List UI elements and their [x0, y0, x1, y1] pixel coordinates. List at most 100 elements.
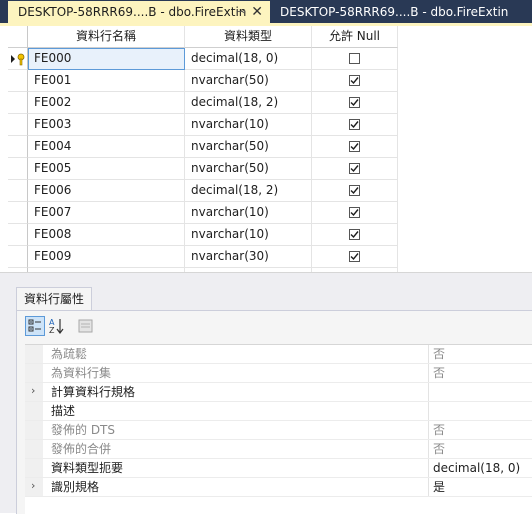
property-row[interactable]: 為資料行集否 [25, 364, 532, 383]
expand-chevron-icon[interactable]: › [31, 384, 35, 397]
property-value[interactable]: decimal(18, 0) [430, 459, 520, 477]
column-name-cell[interactable]: FE008 [28, 224, 185, 246]
row-selector[interactable] [8, 180, 28, 202]
alphabetical-button[interactable]: A Z [47, 316, 67, 336]
property-gutter: › [25, 478, 43, 496]
allow-null-cell [312, 136, 398, 158]
property-row[interactable]: 資料類型扼要 decimal(18, 0) [25, 459, 532, 478]
property-value[interactable] [430, 402, 433, 420]
checkmark-icon [350, 77, 359, 85]
checkmark-icon [350, 165, 359, 173]
expand-chevron-icon[interactable]: › [31, 479, 35, 492]
data-type-cell[interactable]: nvarchar(10) [185, 202, 312, 224]
table-row: FE009 nvarchar(30) [8, 246, 532, 268]
allow-null-checkbox[interactable] [349, 163, 360, 174]
property-name: 資料類型扼要 [43, 459, 429, 477]
grid-header-row: 資料行名稱 資料類型 允許 Null [8, 26, 532, 48]
data-type-cell[interactable]: decimal(18, 2) [185, 92, 312, 114]
allow-null-cell [312, 70, 398, 92]
column-header-type[interactable]: 資料類型 [185, 26, 312, 48]
property-pages-button[interactable] [75, 316, 95, 336]
allow-null-checkbox[interactable] [349, 141, 360, 152]
allow-null-cell [312, 180, 398, 202]
data-type-cell[interactable]: decimal(18, 2) [185, 180, 312, 202]
property-row[interactable]: 發佈的 DTS 否 [25, 421, 532, 440]
allow-null-checkbox[interactable] [349, 229, 360, 240]
property-name: 計算資料行規格 [43, 383, 429, 401]
allow-null-checkbox[interactable] [349, 119, 360, 130]
property-grid: 為疏鬆否為資料行集否 › 計算資料行規格 描述 發佈的 DTS 否發佈的合併否資料類型扼要… [25, 344, 532, 515]
property-row[interactable]: 描述 [25, 402, 532, 421]
column-name-cell[interactable]: FE005 [28, 158, 185, 180]
table-row: FE000 decimal(18, 0) [8, 48, 532, 70]
property-gutter [25, 345, 43, 363]
row-selector[interactable] [8, 48, 28, 70]
property-value[interactable]: 否 [430, 421, 445, 439]
allow-null-checkbox[interactable] [349, 185, 360, 196]
svg-text:Z: Z [49, 326, 55, 335]
table-row: FE003 nvarchar(10) [8, 114, 532, 136]
column-name-cell[interactable]: FE000 [28, 48, 185, 70]
tab-fireextin-active[interactable]: DESKTOP-58RRR69....B - dbo.FireExtin ⊸ ✕ [8, 1, 270, 23]
property-value[interactable]: 否 [430, 345, 445, 363]
column-name-cell[interactable]: FE009 [28, 246, 185, 268]
checkmark-icon [350, 121, 359, 129]
property-value[interactable]: 否 [430, 364, 445, 382]
row-selector[interactable] [8, 246, 28, 268]
property-value[interactable]: 否 [430, 440, 445, 458]
allow-null-checkbox[interactable] [349, 251, 360, 262]
allow-null-cell [312, 92, 398, 114]
data-type-cell[interactable]: nvarchar(50) [185, 158, 312, 180]
property-name: 發佈的 DTS [43, 421, 429, 439]
row-selector[interactable] [8, 224, 28, 246]
table-row: FE008 nvarchar(10) [8, 224, 532, 246]
tab-fireextin-inactive[interactable]: DESKTOP-58RRR69....B - dbo.FireExtin [270, 1, 532, 23]
data-type-cell[interactable]: nvarchar(50) [185, 70, 312, 92]
data-type-cell[interactable]: nvarchar(50) [185, 136, 312, 158]
row-selector[interactable] [8, 202, 28, 224]
property-name: 發佈的合併 [43, 440, 429, 458]
property-row[interactable]: 為疏鬆否 [25, 345, 532, 364]
property-value[interactable]: 是 [430, 478, 445, 496]
allow-null-checkbox[interactable] [349, 207, 360, 218]
property-value[interactable] [430, 383, 433, 401]
property-row[interactable]: › 計算資料行規格 [25, 383, 532, 402]
allow-null-cell [312, 224, 398, 246]
property-name: 為疏鬆 [43, 345, 429, 363]
column-header-allow-null[interactable]: 允許 Null [312, 26, 398, 48]
allow-null-checkbox[interactable] [349, 97, 360, 108]
property-row[interactable]: › 識別規格是 [25, 478, 532, 497]
tab-label: DESKTOP-58RRR69....B - dbo.FireExtin [18, 5, 247, 19]
pin-icon[interactable]: ⊸ [237, 1, 246, 23]
property-gutter [25, 421, 43, 439]
column-name-cell[interactable]: FE006 [28, 180, 185, 202]
property-row[interactable]: 發佈的合併否 [25, 440, 532, 459]
column-name-cell[interactable]: FE007 [28, 202, 185, 224]
column-properties-pane: 資料行屬性 A Z 為疏鬆 否 為資料行集 否 › 計算資料行規格 描述 發佈的… [0, 280, 532, 515]
tab-column-properties[interactable]: 資料行屬性 [16, 287, 93, 310]
column-name-cell[interactable]: FE004 [28, 136, 185, 158]
close-icon[interactable]: ✕ [251, 1, 263, 23]
data-type-cell[interactable]: nvarchar(10) [185, 114, 312, 136]
data-type-cell[interactable]: nvarchar(10) [185, 224, 312, 246]
properties-body: A Z 為疏鬆否為資料行集否 › 計算資料行規格 描述 發佈的 DTS 否發佈的合併否資料… [16, 310, 532, 515]
row-selector[interactable] [8, 114, 28, 136]
property-gutter: › [25, 383, 43, 401]
row-selector[interactable] [8, 92, 28, 114]
column-name-cell[interactable]: FE001 [28, 70, 185, 92]
categorized-button[interactable] [25, 316, 45, 336]
allow-null-checkbox[interactable] [349, 53, 360, 64]
column-name-cell[interactable]: FE003 [28, 114, 185, 136]
row-selector[interactable] [8, 70, 28, 92]
data-type-cell[interactable]: nvarchar(30) [185, 246, 312, 268]
row-header-corner [8, 26, 28, 48]
allow-null-cell [312, 246, 398, 268]
column-name-cell[interactable]: FE002 [28, 92, 185, 114]
checkmark-icon [350, 99, 359, 107]
row-selector[interactable] [8, 158, 28, 180]
row-selector[interactable] [8, 136, 28, 158]
allow-null-checkbox[interactable] [349, 75, 360, 86]
table-row: FE002 decimal(18, 2) [8, 92, 532, 114]
column-header-name[interactable]: 資料行名稱 [28, 26, 185, 48]
data-type-cell[interactable]: decimal(18, 0) [185, 48, 312, 70]
